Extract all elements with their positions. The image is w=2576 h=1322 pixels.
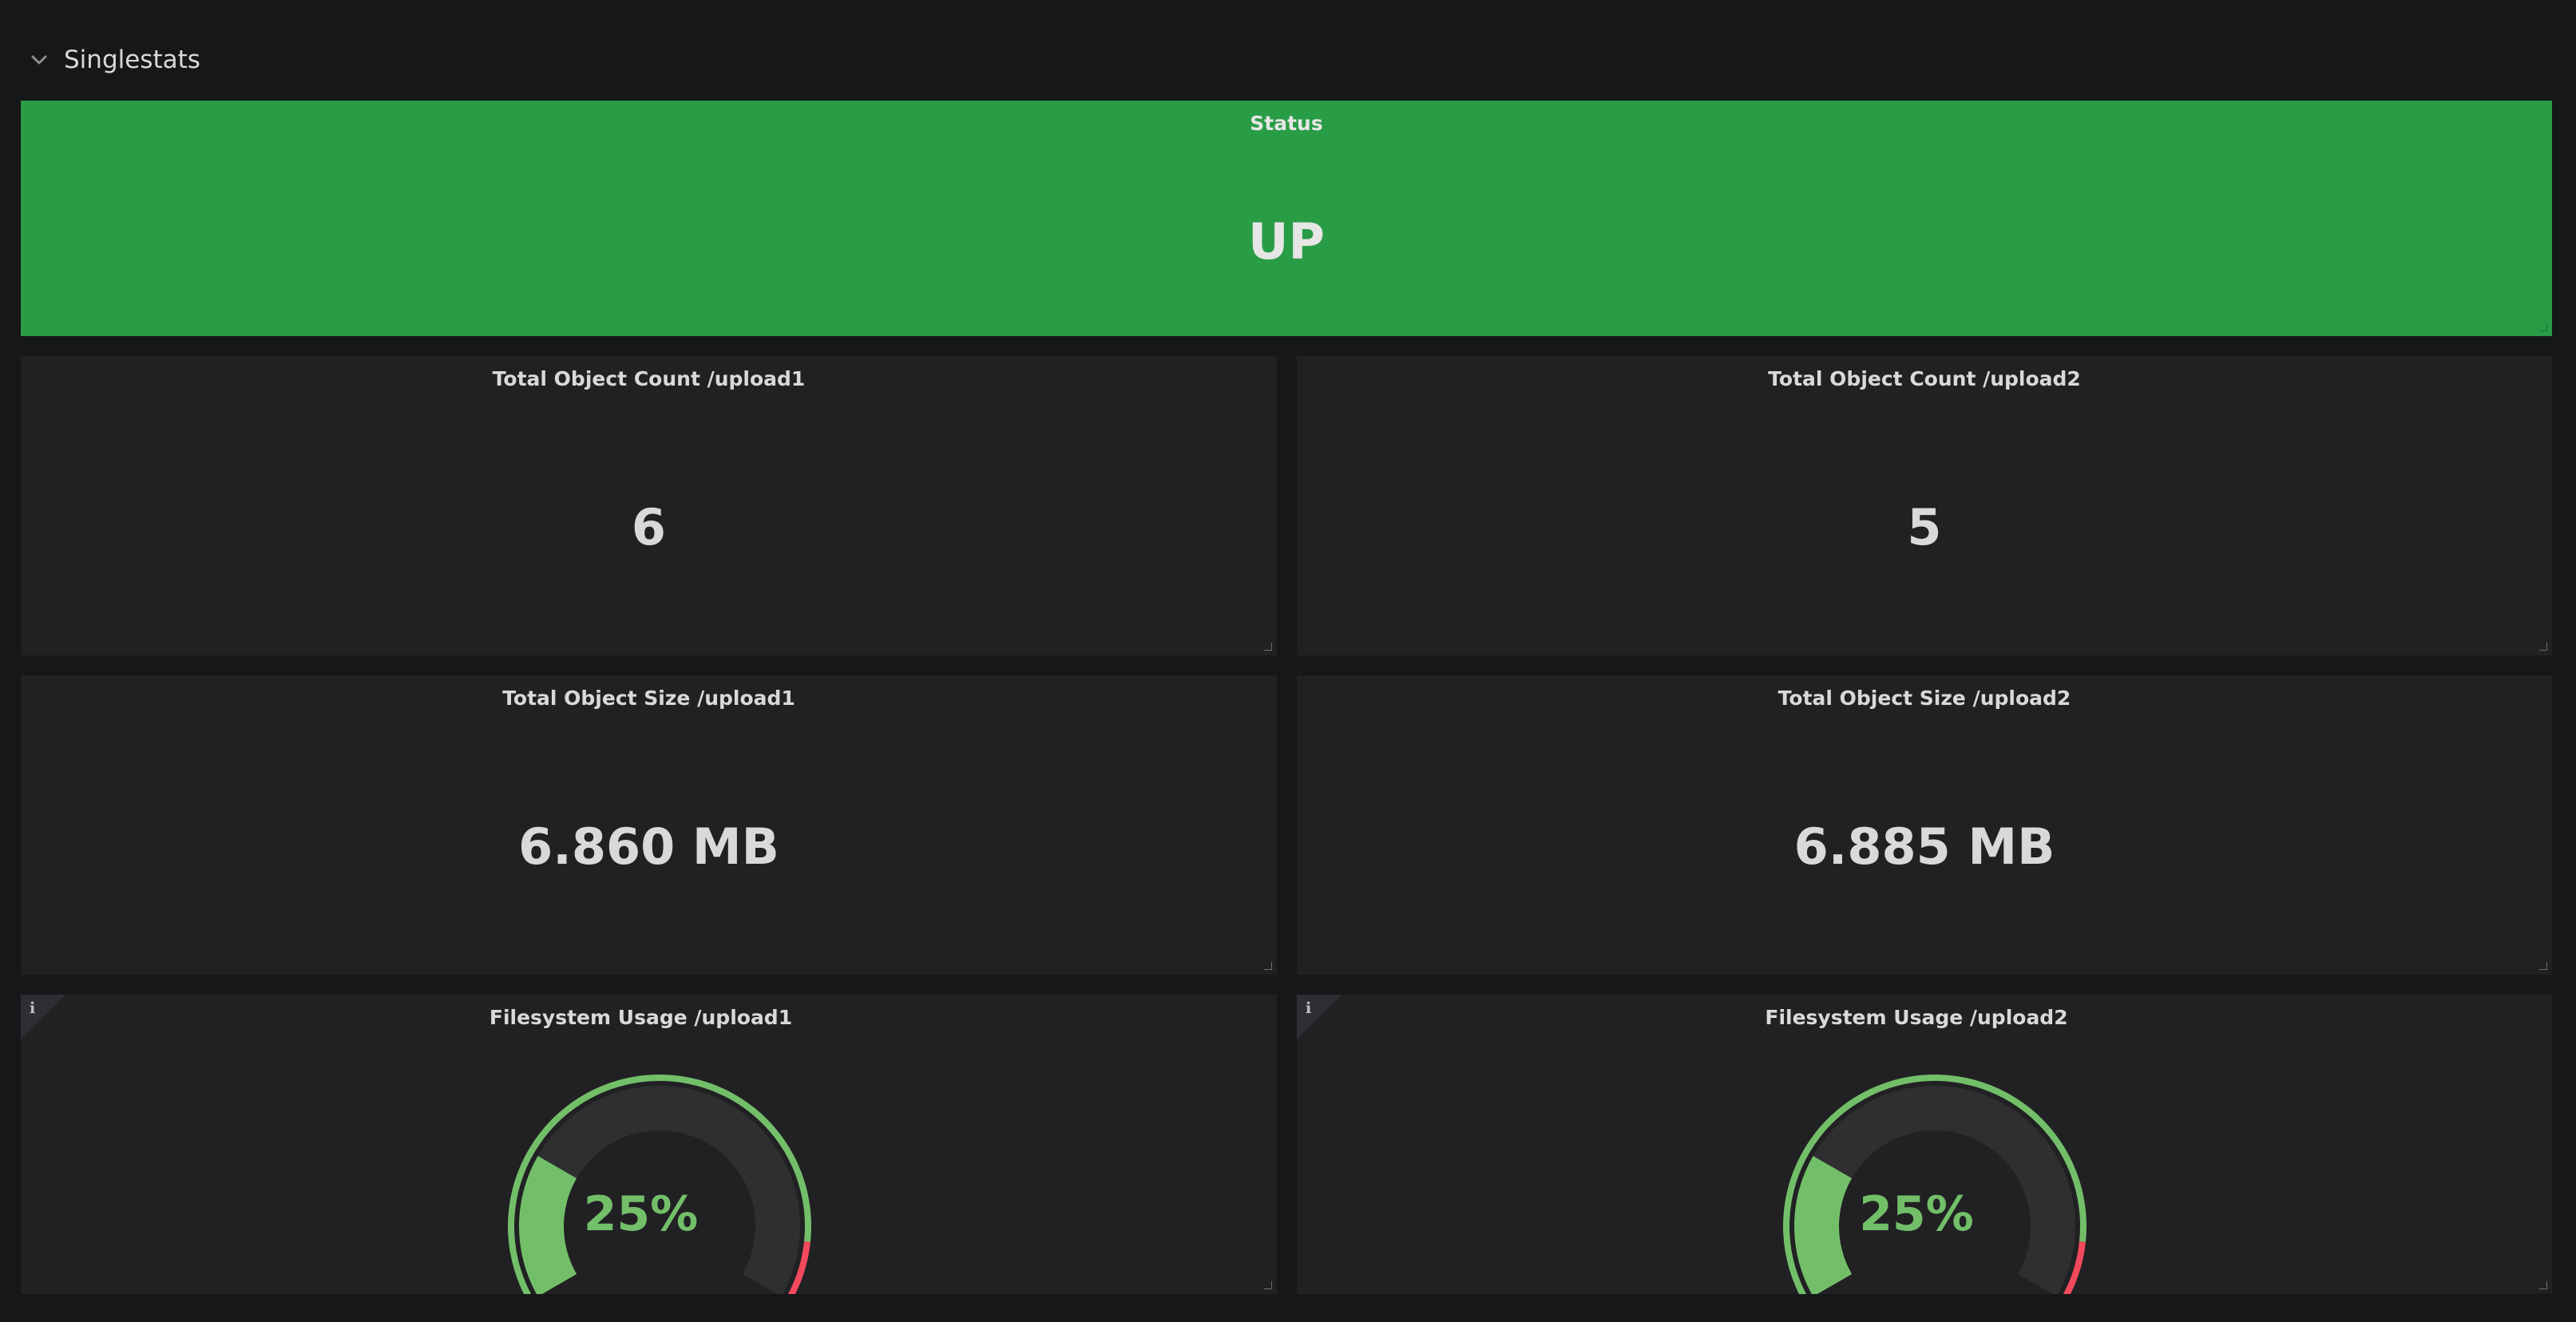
resize-handle-icon[interactable] <box>2539 323 2547 331</box>
status-value: UP <box>1248 212 1325 271</box>
resize-handle-icon[interactable] <box>1264 1281 1272 1289</box>
panel-title[interactable]: Filesystem Usage /upload1 <box>5 1006 1277 1029</box>
stat-value: 6.885 MB <box>1793 817 2055 876</box>
resize-handle-icon[interactable] <box>2539 643 2547 651</box>
object-size-upload1-panel[interactable]: Total Object Size /upload1 6.860 MB <box>21 675 1277 975</box>
panel-title[interactable]: Total Object Size /upload1 <box>21 687 1277 710</box>
object-count-upload1-panel[interactable]: Total Object Count /upload1 6 <box>21 356 1277 655</box>
filesystem-usage-upload2-panel[interactable]: i Filesystem Usage /upload2 25% <box>1297 995 2552 1294</box>
resize-handle-icon[interactable] <box>1264 962 1272 970</box>
gauge-value: 25% <box>583 1186 699 1242</box>
gauge-value: 25% <box>1859 1186 1974 1242</box>
row-title[interactable]: Singlestats <box>64 46 200 74</box>
panel-title[interactable]: Total Object Count /upload2 <box>1297 367 2552 390</box>
object-count-upload2-panel[interactable]: Total Object Count /upload2 5 <box>1297 356 2552 655</box>
gauge <box>508 1074 811 1294</box>
panel-title[interactable]: Total Object Count /upload1 <box>21 367 1277 390</box>
panel-title[interactable]: Total Object Size /upload2 <box>1297 687 2552 710</box>
stat-value: 5 <box>1907 498 1942 556</box>
resize-handle-icon[interactable] <box>1264 643 1272 651</box>
chevron-down-icon[interactable] <box>29 49 50 70</box>
status-panel[interactable]: Status UP <box>21 101 2552 336</box>
panel-title[interactable]: Status <box>21 112 2552 135</box>
stat-value: 6 <box>631 498 667 556</box>
gauge <box>1783 1074 2087 1294</box>
row-header[interactable]: Singlestats <box>29 42 200 78</box>
panel-title[interactable]: Filesystem Usage /upload2 <box>1281 1006 2552 1029</box>
stat-value: 6.860 MB <box>518 817 779 876</box>
resize-handle-icon[interactable] <box>2539 962 2547 970</box>
object-size-upload2-panel[interactable]: Total Object Size /upload2 6.885 MB <box>1297 675 2552 975</box>
filesystem-usage-upload1-panel[interactable]: i Filesystem Usage /upload1 25% <box>21 995 1277 1294</box>
resize-handle-icon[interactable] <box>2539 1281 2547 1289</box>
